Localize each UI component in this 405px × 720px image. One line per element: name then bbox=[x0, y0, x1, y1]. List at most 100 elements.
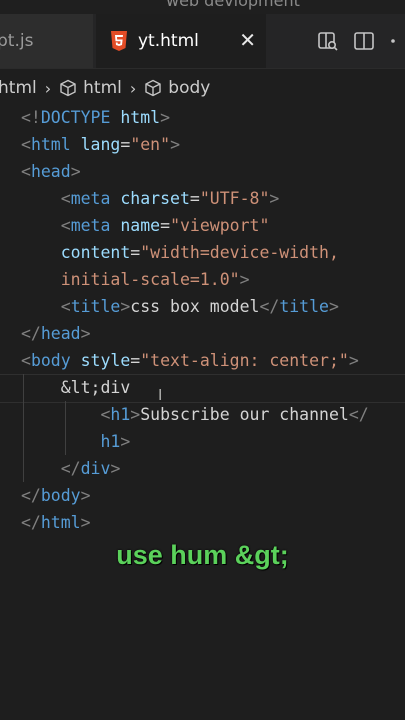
tab-yt-html[interactable]: yt.html ✕ bbox=[96, 14, 266, 68]
breadcrumb-label: html bbox=[83, 78, 122, 98]
code-token: h1 bbox=[100, 432, 121, 451]
window-title: web devlopment bbox=[166, 0, 300, 10]
code-token: html bbox=[40, 513, 81, 532]
code-token: = bbox=[189, 189, 200, 208]
code-token: < bbox=[60, 216, 71, 235]
open-preview-icon[interactable] bbox=[317, 30, 339, 52]
tab-label: pt.js bbox=[0, 31, 34, 51]
code-token: html bbox=[30, 135, 71, 154]
close-tab-icon[interactable]: ✕ bbox=[239, 28, 256, 52]
code-token: < bbox=[21, 351, 31, 370]
code-line[interactable]: <title>css box model</title> bbox=[21, 293, 339, 320]
code-token: "width=device-width, bbox=[140, 243, 339, 262]
code-token: div bbox=[80, 459, 111, 478]
cube-icon bbox=[145, 79, 161, 97]
code-token: > bbox=[160, 108, 171, 127]
code-line[interactable]: <h1>Subscribe our channel</ bbox=[21, 401, 369, 428]
video-caption: use hum &gt; bbox=[116, 540, 289, 570]
code-token: > bbox=[130, 405, 141, 424]
window-titlebar: web devlopment bbox=[0, 0, 405, 14]
code-token: > bbox=[80, 324, 91, 343]
code-token: "viewport" bbox=[170, 216, 270, 235]
code-token: style bbox=[80, 351, 131, 370]
code-line[interactable]: initial-scale=1.0"> bbox=[21, 266, 250, 293]
code-line[interactable]: content="width=device-width, bbox=[21, 239, 339, 266]
code-token: > bbox=[239, 270, 250, 289]
code-token: = bbox=[130, 351, 141, 370]
breadcrumb-body[interactable]: body bbox=[144, 78, 210, 98]
code-token: = bbox=[130, 243, 141, 262]
code-token: css box model bbox=[130, 297, 260, 316]
more-actions-icon[interactable] bbox=[389, 30, 405, 52]
chevron-right-icon: › bbox=[44, 78, 52, 98]
breadcrumb-file[interactable]: html bbox=[0, 78, 37, 98]
code-token: title bbox=[70, 297, 121, 316]
code-token: lang bbox=[80, 135, 121, 154]
editor-actions bbox=[317, 14, 405, 68]
code-token: initial-scale=1.0" bbox=[60, 270, 240, 289]
code-token: name bbox=[120, 216, 161, 235]
code-token: <! bbox=[21, 108, 41, 127]
code-line[interactable]: </html> bbox=[21, 509, 91, 536]
breadcrumb-html[interactable]: html bbox=[59, 78, 122, 98]
code-line[interactable]: </div> bbox=[21, 455, 121, 482]
code-line[interactable]: <meta charset="UTF-8"> bbox=[21, 185, 280, 212]
code-line[interactable]: <html lang="en"> bbox=[21, 131, 180, 158]
breadcrumb-label: body bbox=[168, 78, 211, 98]
code-line[interactable]: <body style="text-align: center;"> bbox=[21, 347, 359, 374]
code-token: DOCTYPE bbox=[40, 108, 111, 127]
code-line[interactable]: </body> bbox=[21, 482, 91, 509]
code-line[interactable]: <meta name="viewport" bbox=[21, 212, 270, 239]
code-token: "UTF-8" bbox=[199, 189, 270, 208]
code-token: < bbox=[21, 135, 31, 154]
split-editor-icon[interactable] bbox=[353, 30, 375, 52]
code-token: < bbox=[60, 189, 71, 208]
code-line[interactable]: <head> bbox=[21, 158, 81, 185]
code-token: > bbox=[120, 432, 131, 451]
breadcrumb-label: html bbox=[0, 78, 37, 98]
code-token: > bbox=[80, 513, 91, 532]
code-token: html bbox=[120, 108, 161, 127]
code-token: > bbox=[80, 486, 91, 505]
code-token: "en" bbox=[130, 135, 171, 154]
html5-icon bbox=[111, 31, 127, 51]
tab-pt-js[interactable]: pt.js bbox=[0, 14, 93, 68]
tab-label: yt.html bbox=[138, 31, 199, 51]
code-token: "text-align: center;" bbox=[140, 351, 349, 370]
code-line[interactable]: </head> bbox=[21, 320, 91, 347]
cube-icon bbox=[60, 79, 76, 97]
code-token: < bbox=[60, 297, 71, 316]
code-token: </ bbox=[21, 486, 41, 505]
code-token: </ bbox=[21, 513, 41, 532]
code-line[interactable]: &lt;div bbox=[21, 374, 131, 401]
code-token: body bbox=[30, 351, 71, 370]
code-token: > bbox=[170, 135, 180, 154]
code-token: < bbox=[21, 162, 31, 181]
code-token: = bbox=[160, 216, 171, 235]
code-token: </ bbox=[348, 405, 369, 424]
code-token: < bbox=[100, 405, 111, 424]
code-token: charset bbox=[120, 189, 190, 208]
code-token: > bbox=[348, 351, 359, 370]
code-token: body bbox=[40, 486, 81, 505]
code-line[interactable]: h1> bbox=[21, 428, 130, 455]
code-token: > bbox=[120, 297, 131, 316]
code-token: </ bbox=[21, 324, 41, 343]
code-token: </ bbox=[60, 459, 81, 478]
code-token: > bbox=[328, 297, 339, 316]
code-token: &lt;div bbox=[21, 378, 131, 397]
breadcrumb: html › html › body bbox=[0, 68, 405, 108]
code-line[interactable]: <!DOCTYPE html> bbox=[21, 104, 170, 131]
code-token: h1 bbox=[110, 405, 131, 424]
